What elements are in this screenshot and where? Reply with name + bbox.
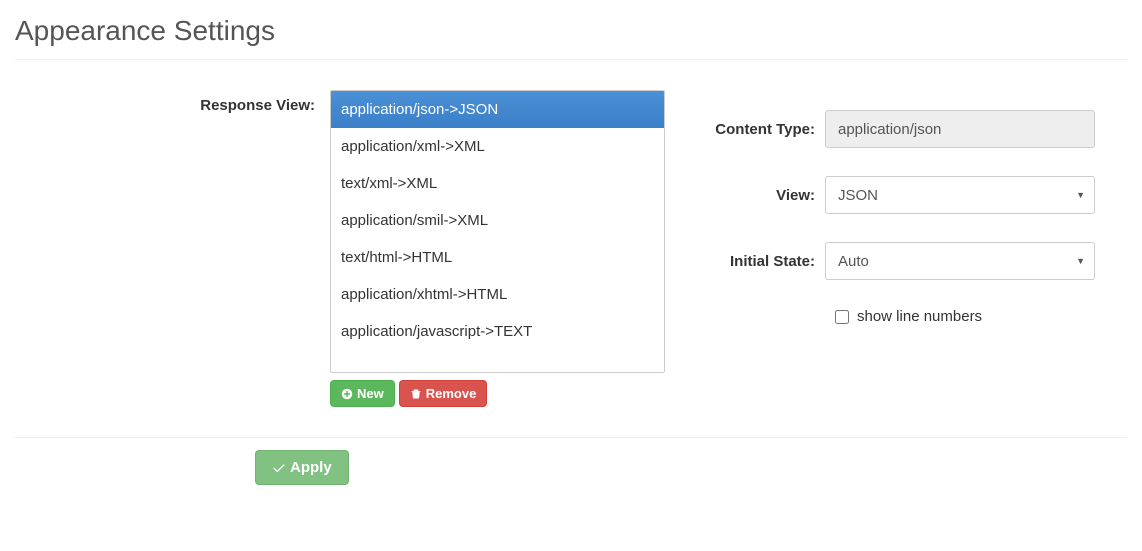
view-select[interactable]: JSON [825, 176, 1095, 214]
main-form-row: Response View: application/json->JSONapp… [15, 90, 1127, 407]
list-item[interactable]: application/xhtml->HTML [331, 276, 664, 313]
initial-state-row: Initial State: Auto [695, 242, 1127, 280]
divider-bottom [15, 437, 1127, 438]
list-item[interactable]: application/javascript->TEXT [331, 313, 664, 350]
initial-state-select-wrap: Auto [825, 242, 1095, 280]
initial-state-select[interactable]: Auto [825, 242, 1095, 280]
show-line-numbers-row: show line numbers [835, 308, 1127, 325]
show-line-numbers-label[interactable]: show line numbers [857, 308, 982, 325]
list-item[interactable]: application/xml->XML [331, 128, 664, 165]
trash-icon [410, 388, 422, 400]
page-title: Appearance Settings [15, 15, 1127, 47]
view-label: View: [695, 187, 825, 204]
listbox-button-row: New Remove [330, 380, 665, 407]
remove-button-label: Remove [426, 386, 477, 401]
view-row: View: JSON [695, 176, 1127, 214]
remove-button[interactable]: Remove [399, 380, 488, 407]
list-item[interactable]: application/json->JSON [331, 91, 664, 128]
response-view-column: application/json->JSONapplication/xml->X… [330, 90, 665, 407]
content-type-input[interactable] [825, 110, 1095, 148]
divider-top [15, 59, 1127, 60]
apply-button-label: Apply [290, 459, 332, 476]
show-line-numbers-checkbox[interactable] [835, 310, 849, 324]
new-button-label: New [357, 386, 384, 401]
response-view-label: Response View: [15, 90, 330, 114]
list-item[interactable]: text/html->HTML [331, 239, 664, 276]
footer-row: Apply [15, 450, 1127, 485]
apply-button[interactable]: Apply [255, 450, 349, 485]
content-type-label: Content Type: [695, 121, 825, 138]
response-view-listbox[interactable]: application/json->JSONapplication/xml->X… [330, 90, 665, 373]
plus-circle-icon [341, 388, 353, 400]
list-item[interactable]: application/smil->XML [331, 202, 664, 239]
new-button[interactable]: New [330, 380, 395, 407]
content-type-row: Content Type: [695, 110, 1127, 148]
check-icon [272, 461, 286, 475]
view-select-wrap: JSON [825, 176, 1095, 214]
list-item[interactable]: text/xml->XML [331, 165, 664, 202]
detail-column: Content Type: View: JSON Initial State: … [665, 90, 1127, 325]
initial-state-label: Initial State: [695, 253, 825, 270]
